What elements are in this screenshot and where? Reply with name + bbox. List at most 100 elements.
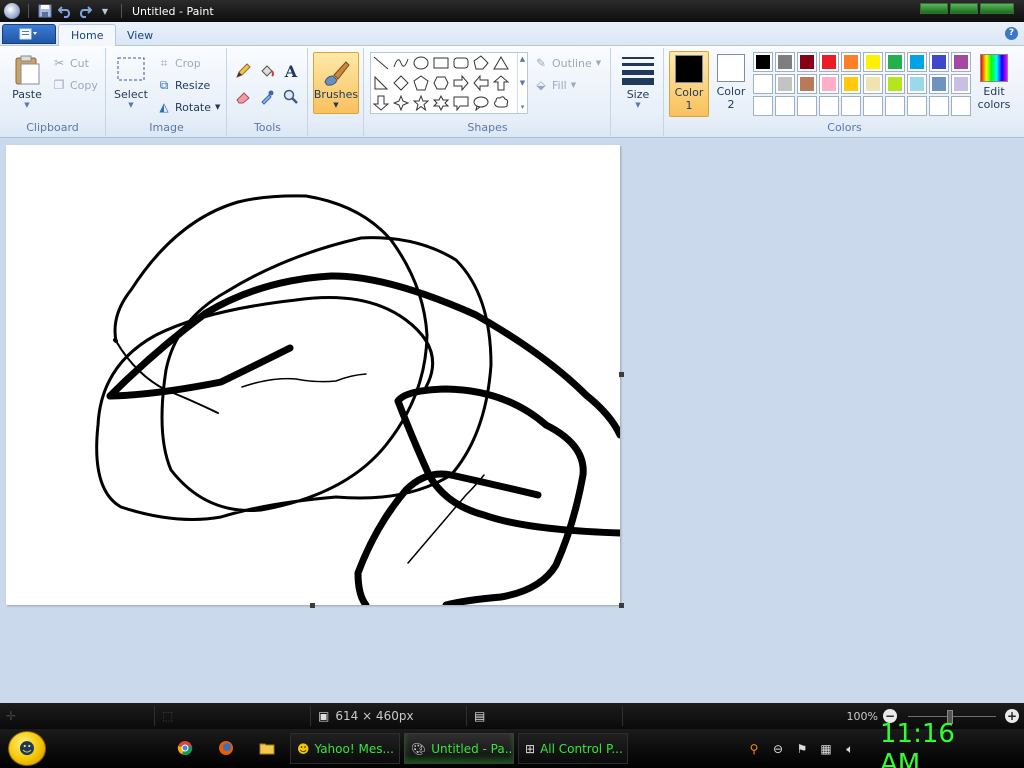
triangle-shape-icon[interactable] <box>491 53 511 73</box>
tab-view[interactable]: View <box>115 24 165 46</box>
palette-color-swatch[interactable] <box>753 96 773 116</box>
undo-icon[interactable] <box>57 3 73 19</box>
paint-app-icon[interactable] <box>4 3 20 19</box>
taskbar-clock[interactable]: 11:16 AM <box>880 719 998 768</box>
five-point-star-shape-icon[interactable] <box>411 93 431 113</box>
folder-icon[interactable] <box>257 738 277 758</box>
redo-icon[interactable] <box>77 3 93 19</box>
maximize-button[interactable] <box>950 3 978 14</box>
palette-color-swatch[interactable] <box>907 96 927 116</box>
crop-button[interactable]: ⌗ Crop <box>157 54 201 72</box>
curve-shape-icon[interactable] <box>391 53 411 73</box>
help-icon[interactable]: ? <box>1005 27 1018 40</box>
edit-colors-button[interactable]: Edit colors <box>973 51 1015 117</box>
rectangle-callout-shape-icon[interactable] <box>451 93 471 113</box>
palette-color-swatch[interactable] <box>951 74 971 94</box>
palette-color-swatch[interactable] <box>775 52 795 72</box>
palette-color-swatch[interactable] <box>797 52 817 72</box>
palette-color-swatch[interactable] <box>885 96 905 116</box>
drawing-canvas[interactable] <box>6 145 620 605</box>
palette-color-swatch[interactable] <box>863 52 883 72</box>
minus-circle-icon[interactable]: ⊖ <box>770 741 786 757</box>
search-icon[interactable]: ⚲ <box>746 741 762 757</box>
magnifier-icon[interactable] <box>280 86 302 108</box>
palette-color-swatch[interactable] <box>907 52 927 72</box>
palette-color-swatch[interactable] <box>907 74 927 94</box>
tab-home[interactable]: Home <box>58 24 117 46</box>
up-arrow-shape-icon[interactable] <box>491 73 511 93</box>
resize-handle-corner[interactable] <box>619 603 624 608</box>
palette-color-swatch[interactable] <box>863 96 883 116</box>
left-arrow-shape-icon[interactable] <box>471 73 491 93</box>
palette-color-swatch[interactable] <box>929 52 949 72</box>
right-triangle-shape-icon[interactable] <box>371 73 391 93</box>
taskbar-item-control-panel[interactable]: ⊞ All Control P... <box>518 733 628 764</box>
scroll-down-icon[interactable]: ▼ <box>520 79 525 87</box>
save-icon[interactable] <box>37 3 53 19</box>
size-button[interactable]: Size ▼ <box>618 54 658 109</box>
eraser-icon[interactable] <box>232 86 254 108</box>
palette-color-swatch[interactable] <box>775 96 795 116</box>
palette-color-swatch[interactable] <box>819 74 839 94</box>
resize-button[interactable]: ⧉ Resize <box>157 76 211 94</box>
pencil-icon[interactable] <box>232 60 254 82</box>
action-center-flag-icon[interactable]: ⚑ <box>794 741 810 757</box>
four-point-star-shape-icon[interactable] <box>391 93 411 113</box>
color-1-button[interactable]: Color 1 <box>669 51 709 117</box>
customize-qat-dropdown-icon[interactable]: ▼ <box>97 3 113 19</box>
taskbar-item-paint[interactable]: 🎨︎ Untitled - Pa... <box>404 733 514 764</box>
line-shape-icon[interactable] <box>371 53 391 73</box>
rectangle-shape-icon[interactable] <box>431 53 451 73</box>
taskbar-item-yahoo-messenger[interactable]: ☻ Yahoo! Mes... <box>290 733 400 764</box>
palette-color-swatch[interactable] <box>841 52 861 72</box>
scroll-up-icon[interactable]: ▲ <box>520 55 525 63</box>
select-button[interactable]: Select ▼ <box>113 54 149 109</box>
chrome-icon[interactable] <box>175 738 195 758</box>
diamond-shape-icon[interactable] <box>391 73 411 93</box>
palette-color-swatch[interactable] <box>863 74 883 94</box>
network-icon[interactable]: ▦ <box>818 741 834 757</box>
palette-color-swatch[interactable] <box>753 52 773 72</box>
down-arrow-shape-icon[interactable] <box>371 93 391 113</box>
copy-button[interactable]: ❐ Copy <box>52 76 98 94</box>
color-2-button[interactable]: Color 2 <box>711 51 751 117</box>
palette-color-swatch[interactable] <box>819 96 839 116</box>
palette-color-swatch[interactable] <box>885 52 905 72</box>
polygon-shape-icon[interactable] <box>471 53 491 73</box>
palette-color-swatch[interactable] <box>797 74 817 94</box>
pentagon-shape-icon[interactable] <box>411 73 431 93</box>
zoom-in-button[interactable]: + <box>1005 709 1019 723</box>
oval-shape-icon[interactable] <box>411 53 431 73</box>
close-button[interactable] <box>980 3 1014 14</box>
color-picker-icon[interactable] <box>256 86 278 108</box>
palette-color-swatch[interactable] <box>929 96 949 116</box>
firefox-icon[interactable] <box>216 738 236 758</box>
minimize-button[interactable] <box>920 3 948 14</box>
fill-button[interactable]: ⬙ Fill ▼ <box>534 76 576 94</box>
palette-color-swatch[interactable] <box>841 96 861 116</box>
fill-bucket-icon[interactable] <box>256 60 278 82</box>
palette-color-swatch[interactable] <box>841 74 861 94</box>
rounded-rectangle-shape-icon[interactable] <box>451 53 471 73</box>
palette-color-swatch[interactable] <box>797 96 817 116</box>
resize-handle-bottom[interactable] <box>310 603 315 608</box>
rotate-button[interactable]: ◭ Rotate ▼ <box>157 98 220 116</box>
palette-color-swatch[interactable] <box>951 96 971 116</box>
paste-button[interactable]: Paste ▼ <box>8 54 46 109</box>
cloud-callout-shape-icon[interactable] <box>491 93 511 113</box>
six-point-star-shape-icon[interactable] <box>431 93 451 113</box>
resize-handle-right[interactable] <box>619 372 624 377</box>
palette-color-swatch[interactable] <box>951 52 971 72</box>
palette-color-swatch[interactable] <box>775 74 795 94</box>
paint-menu-button[interactable] <box>2 24 56 44</box>
start-button[interactable]: ☻ <box>8 731 46 766</box>
gallery-more-icon[interactable]: ▾ <box>521 103 525 111</box>
outline-button[interactable]: ✎ Outline ▼ <box>534 54 601 72</box>
palette-color-swatch[interactable] <box>885 74 905 94</box>
text-tool-icon[interactable]: A <box>280 60 302 82</box>
cut-button[interactable]: ✂ Cut <box>52 54 89 72</box>
palette-color-swatch[interactable] <box>929 74 949 94</box>
palette-color-swatch[interactable] <box>819 52 839 72</box>
palette-color-swatch[interactable] <box>753 74 773 94</box>
shapes-gallery-scroll[interactable]: ▲ ▼ ▾ <box>517 53 527 113</box>
